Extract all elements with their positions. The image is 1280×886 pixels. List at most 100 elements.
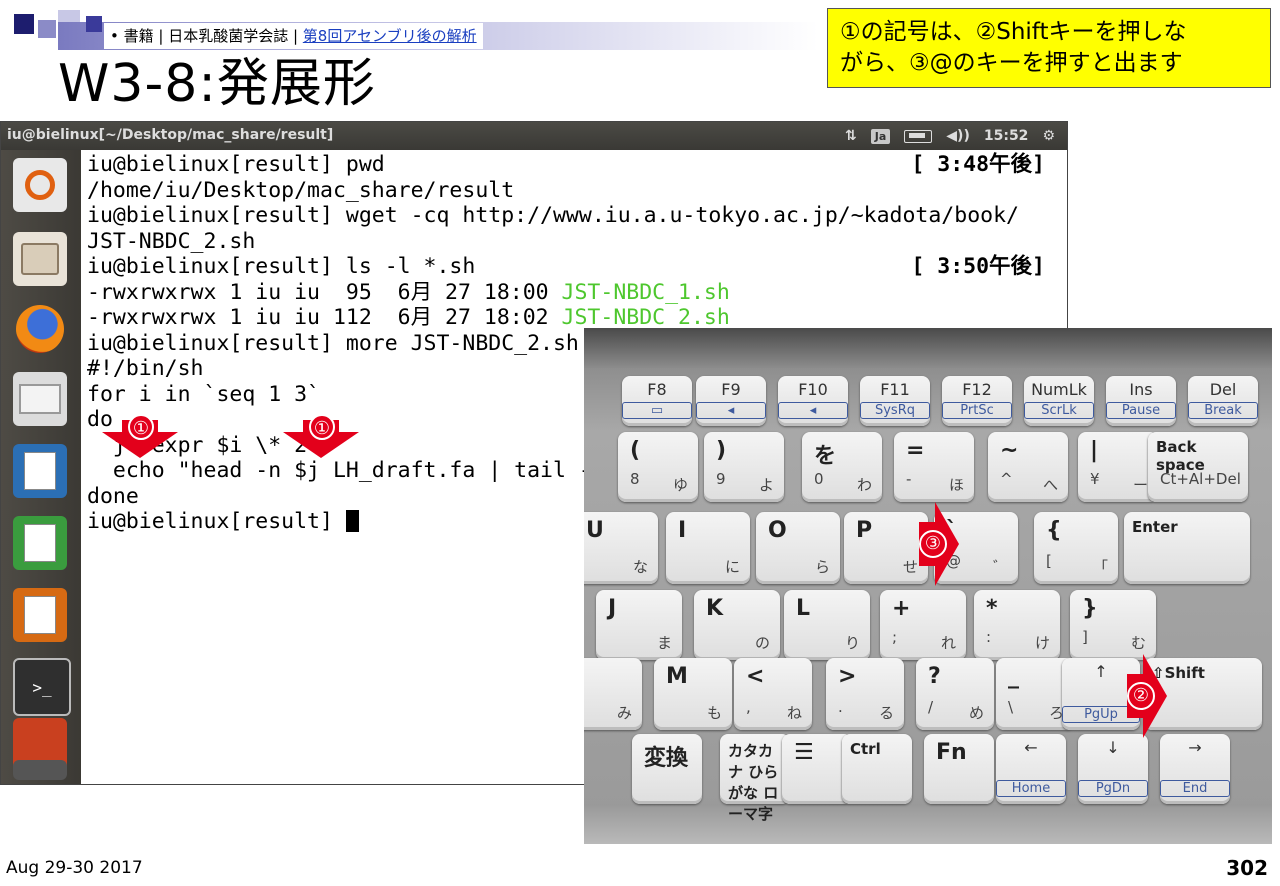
key-sublegend: ^ xyxy=(1000,470,1013,488)
key-legend: F12 xyxy=(962,380,992,399)
key-sublegend: \ xyxy=(1008,698,1014,716)
key-legend: カタカナ ひらがな ローマ字 xyxy=(728,742,779,823)
key-kana: 「 xyxy=(1092,558,1108,576)
breadcrumb-link[interactable]: 第8回アセンブリ後の解析 xyxy=(303,27,477,45)
key-legend: F9 xyxy=(721,380,741,399)
writer-icon[interactable] xyxy=(13,444,67,498)
key-sublegend: Home xyxy=(996,780,1066,797)
key-legend: O xyxy=(768,518,787,543)
keyboard-key: Kの xyxy=(694,590,780,660)
keyboard-key: Enter xyxy=(1124,512,1250,584)
keyboard-frame xyxy=(584,328,1272,368)
key-kana: め xyxy=(968,704,984,722)
terminal-line: -rwxrwxrwx 1 iu iu 112 6月 27 18:02 JST-N… xyxy=(87,305,1067,331)
key-sublegend: 8 xyxy=(630,470,640,488)
key-sublegend: 0 xyxy=(814,470,824,488)
terminal-icon[interactable]: >_ xyxy=(13,658,71,716)
terminal-cursor xyxy=(345,510,359,532)
key-sublegend: ; xyxy=(892,628,898,646)
network-arrows-icon[interactable]: ⇅ xyxy=(845,128,857,144)
marker-number: ① xyxy=(128,414,154,440)
keyboard-key: F8 ▭ xyxy=(622,376,692,426)
page-title: W3-8:発展形 xyxy=(58,54,376,114)
key-legend: ← xyxy=(1024,738,1038,757)
clock[interactable]: 15:52 xyxy=(984,128,1029,144)
keyboard-key: ← Home xyxy=(996,734,1066,804)
terminal-text: #!/bin/sh xyxy=(87,356,204,381)
key-sublegend: PgDn xyxy=(1078,780,1148,797)
key-legend: 変換 xyxy=(644,746,689,771)
firefox-icon[interactable] xyxy=(13,302,67,356)
terminal-line: JST-NBDC_2.sh xyxy=(87,229,1067,255)
breadcrumb: • 書籍 | 日本乳酸菌学会誌 | 第8回アセンブリ後の解析 xyxy=(104,23,483,49)
keyboard-key: >. る xyxy=(826,658,904,730)
marker-arrow-1: ① xyxy=(102,414,178,458)
key-legend: ~ xyxy=(1000,438,1019,463)
unity-launcher: >_ xyxy=(1,150,81,784)
marker-arrow-3: ③ xyxy=(919,502,959,586)
key-kana: ゛ xyxy=(992,558,1008,576)
terminal-text: iu@bielinux[result] wget -cq http://www.… xyxy=(87,203,1019,228)
system-tray: ⇅ Ja ◀)) 15:52 ⚙ xyxy=(845,125,1055,147)
key-legend: Enter xyxy=(1132,518,1178,536)
keyboard-key: ? / め xyxy=(916,658,994,730)
keyboard-key: Uな xyxy=(584,512,658,584)
keyboard-photo: F8 ▭ F9 ◂ F10 ◂ F11 SysRq F12 PrtSc NumLk ScrLk Ins P… xyxy=(584,328,1272,844)
keyboard-key: +; れ xyxy=(880,590,966,660)
header-decoration xyxy=(86,16,102,32)
callout-line: がら、③@のキーを押すと出ます xyxy=(840,50,1183,76)
key-legend: + xyxy=(892,596,911,621)
key-legend: = xyxy=(906,438,925,463)
terminal-text: iu@bielinux[result] ls -l *.sh xyxy=(87,254,476,279)
tools-icon[interactable] xyxy=(13,760,67,780)
key-kana: ほ xyxy=(948,476,964,494)
terminal-line: /home/iu/Desktop/mac_share/result xyxy=(87,178,1067,204)
key-kana: ね xyxy=(786,704,802,722)
key-legend: J xyxy=(608,596,617,621)
calc-icon[interactable] xyxy=(13,516,67,570)
key-kana: も xyxy=(706,704,722,722)
terminal-line: -rwxrwxrwx 1 iu iu 95 6月 27 18:00 JST-NB… xyxy=(87,280,1067,306)
terminal-text: -rwxrwxrwx 1 iu iu 95 6月 27 18:00 xyxy=(87,279,562,305)
keyboard-key: ↓ PgDn xyxy=(1078,734,1148,804)
marker-number: ③ xyxy=(919,530,947,558)
key-kana: よ xyxy=(758,476,774,494)
keyboard-key: Pせ xyxy=(844,512,928,584)
key-legend: * xyxy=(986,596,998,621)
impress-icon[interactable] xyxy=(13,588,67,642)
terminal-text: done xyxy=(87,483,139,509)
key-kana: に xyxy=(724,558,740,576)
key-legend: → xyxy=(1188,738,1202,757)
keyboard-key: *: け xyxy=(974,590,1060,660)
settings-gear-icon[interactable]: ⚙ xyxy=(1042,128,1055,144)
keyboard-key: F12 PrtSc xyxy=(942,376,1012,426)
mail-icon[interactable] xyxy=(13,372,67,426)
keyboard-key: {[「 xyxy=(1034,512,1118,584)
terminal-line: iu@bielinux[result] pwd [ 3:48午後] xyxy=(87,152,1067,178)
keyboard-key: (8 ゆ xyxy=(618,432,698,502)
key-sublegend: PrtSc xyxy=(942,402,1012,419)
key-sublegend: Break xyxy=(1188,402,1258,419)
key-legend: ? xyxy=(928,664,941,689)
key-legend: F10 xyxy=(798,380,828,399)
key-legend: ☰ xyxy=(794,740,814,765)
keyboard-frame xyxy=(584,804,1272,844)
key-legend: Fn xyxy=(936,740,967,765)
volume-icon[interactable]: ◀)) xyxy=(946,128,970,144)
key-legend: > xyxy=(838,664,857,689)
key-sublegend: End xyxy=(1160,780,1230,797)
terminal-line: iu@bielinux[result] wget -cq http://www.… xyxy=(87,203,1067,229)
files-icon[interactable] xyxy=(13,232,67,286)
key-sublegend: ▭ xyxy=(622,402,692,419)
dash-icon[interactable] xyxy=(13,158,67,212)
key-kana: る xyxy=(878,704,894,722)
window-titlebar[interactable]: iu@bielinux[~/Desktop/mac_share/result] … xyxy=(1,122,1067,150)
marker-arrow-2: ② xyxy=(1127,654,1167,738)
key-sublegend: ¥ xyxy=(1090,470,1100,488)
marker-arrow-1: ① xyxy=(283,414,359,458)
input-method-indicator[interactable]: Ja xyxy=(870,128,891,144)
key-legend: Ins xyxy=(1129,380,1153,399)
keyboard-key: Oら xyxy=(756,512,840,584)
battery-icon[interactable] xyxy=(904,129,933,143)
key-kana: む xyxy=(1130,634,1146,652)
